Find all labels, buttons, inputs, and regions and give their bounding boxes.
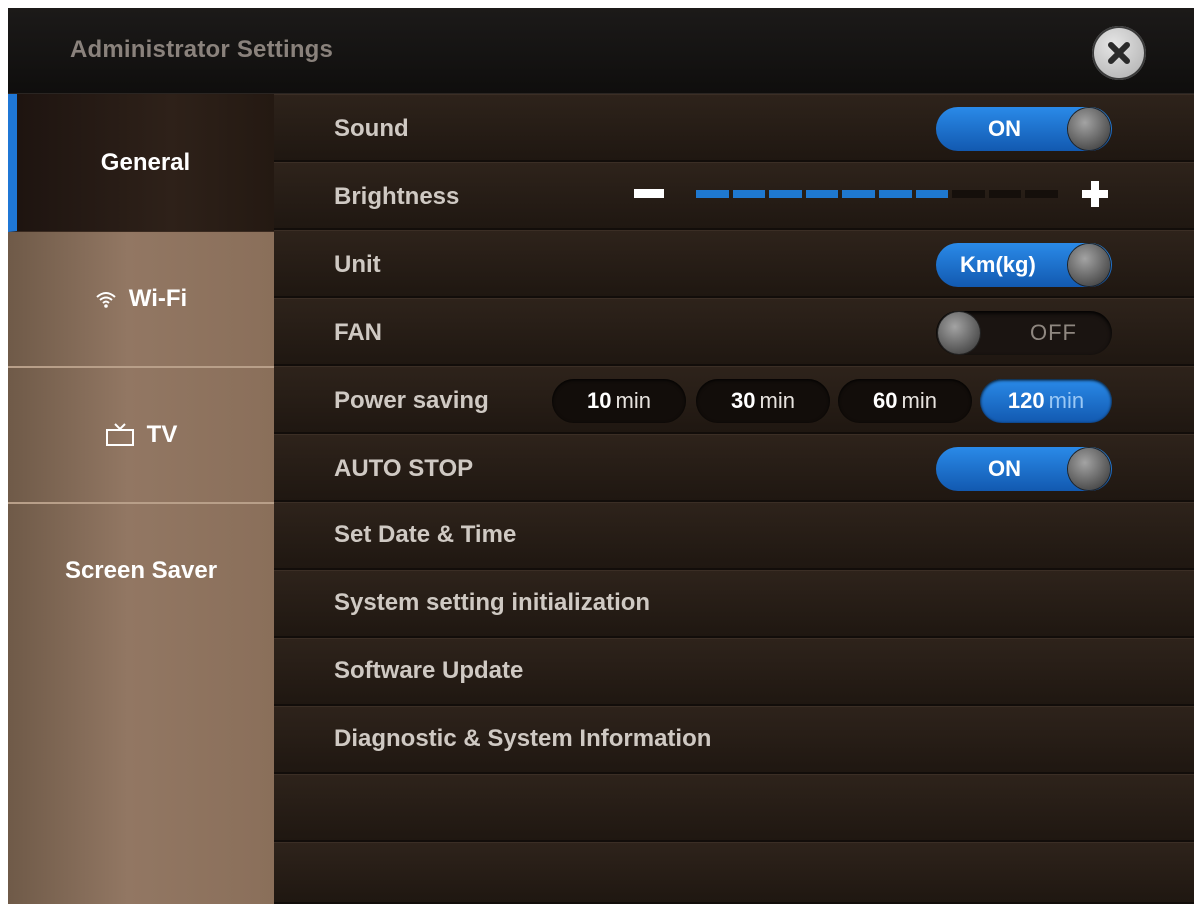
brightness-segment: [696, 190, 729, 198]
sound-toggle[interactable]: ON: [936, 107, 1112, 151]
setting-row-fan: FAN OFF: [274, 298, 1194, 366]
sidebar-item-label: TV: [146, 421, 178, 448]
tv-icon: [105, 423, 135, 447]
brightness-slider[interactable]: [696, 190, 1058, 198]
power-saving-option-30[interactable]: 30 min: [696, 379, 830, 423]
brightness-segment: [732, 190, 766, 198]
sidebar-item-screen-saver[interactable]: Screen Saver: [8, 504, 274, 640]
setting-row-auto-stop: AUTO STOP ON: [274, 434, 1194, 502]
settings-window: Administrator Settings General Wi-Fi TV …: [8, 8, 1194, 904]
sidebar-item-label: Screen Saver: [64, 557, 218, 584]
toggle-state: ON: [988, 456, 1021, 481]
brightness-segment: [1025, 190, 1058, 198]
setting-label: Software Update: [334, 657, 524, 684]
setting-label: Unit: [334, 251, 381, 278]
setting-label: Diagnostic & System Information: [334, 725, 712, 752]
brightness-segment: [915, 190, 949, 198]
setting-label: Sound: [334, 115, 409, 142]
sidebar-item-label: General: [100, 148, 191, 176]
auto-stop-toggle[interactable]: ON: [936, 447, 1112, 491]
option-unit: min: [1048, 388, 1085, 413]
sidebar-filler: [8, 638, 274, 904]
toggle-knob: [938, 312, 980, 354]
sidebar-item-label: Wi-Fi: [128, 285, 188, 312]
toggle-state: OFF: [1030, 320, 1077, 345]
sidebar-item-wifi[interactable]: Wi-Fi: [8, 232, 274, 368]
setting-row-brightness: Brightness: [274, 162, 1194, 230]
window-title: Administrator Settings: [70, 36, 334, 63]
sidebar-item-general[interactable]: General: [8, 94, 274, 232]
setting-row-sound: Sound ON: [274, 94, 1194, 162]
setting-row-software-update[interactable]: Software Update: [274, 638, 1194, 706]
setting-label: System setting initialization: [334, 589, 651, 616]
brightness-increase-button[interactable]: [1082, 181, 1108, 207]
setting-label: Brightness: [334, 183, 460, 210]
setting-row-diagnostic[interactable]: Diagnostic & System Information: [274, 706, 1194, 774]
empty-row: [274, 774, 1194, 842]
title-bar: Administrator Settings: [8, 8, 1194, 94]
brightness-segment: [842, 190, 875, 198]
option-unit: min: [901, 388, 937, 413]
empty-row: [274, 842, 1194, 904]
option-unit: min: [759, 388, 795, 413]
unit-toggle[interactable]: Km(kg): [936, 243, 1112, 287]
setting-label: Power saving: [334, 387, 489, 414]
setting-label: Set Date & Time: [334, 521, 517, 548]
toggle-knob: [1068, 244, 1110, 286]
power-saving-option-60[interactable]: 60 min: [838, 379, 972, 423]
toggle-knob: [1068, 448, 1110, 490]
settings-list: Sound ON Brightness Unit Km(kg) FAN OFF …: [274, 94, 1194, 904]
toggle-state: ON: [988, 116, 1021, 141]
sidebar: General Wi-Fi TV Screen Saver: [8, 94, 274, 904]
option-unit: min: [615, 388, 651, 413]
brightness-segment: [805, 190, 839, 198]
setting-label: AUTO STOP: [334, 455, 474, 482]
brightness-decrease-button[interactable]: [634, 189, 664, 198]
brightness-segment: [769, 190, 802, 198]
setting-row-power-saving: Power saving 10 min 30 min 60 min 120 min: [274, 366, 1194, 434]
setting-row-set-date-time[interactable]: Set Date & Time: [274, 502, 1194, 570]
option-number: 10: [587, 388, 612, 413]
power-saving-option-120[interactable]: 120 min: [980, 379, 1112, 423]
toggle-knob: [1068, 108, 1110, 150]
option-number: 120: [1007, 388, 1045, 413]
option-number: 30: [731, 388, 756, 413]
brightness-segment: [878, 190, 912, 198]
option-number: 60: [873, 388, 898, 413]
sidebar-item-tv[interactable]: TV: [8, 368, 274, 504]
close-icon: [1108, 42, 1130, 64]
setting-row-unit: Unit Km(kg): [274, 230, 1194, 298]
brightness-segment: [952, 190, 985, 198]
toggle-state: Km(kg): [960, 252, 1036, 277]
wifi-icon: [95, 289, 117, 309]
power-saving-option-10[interactable]: 10 min: [552, 379, 686, 423]
setting-label: FAN: [334, 319, 382, 346]
brightness-segment: [988, 190, 1022, 198]
fan-toggle[interactable]: OFF: [936, 311, 1112, 355]
setting-row-system-initialization[interactable]: System setting initialization: [274, 570, 1194, 638]
close-button[interactable]: [1092, 26, 1146, 80]
